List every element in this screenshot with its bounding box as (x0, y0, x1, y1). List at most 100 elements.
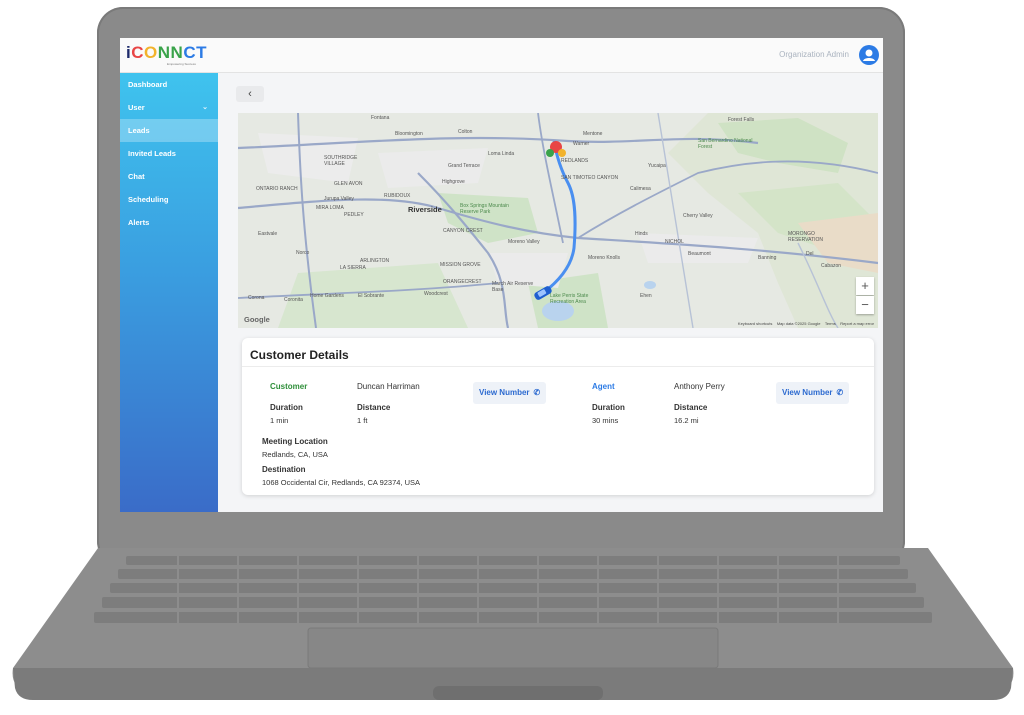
map-place-label: REDLANDS (561, 158, 589, 164)
map-place-label: ORANGECREST (443, 279, 482, 285)
sidebar-item-label: Chat (128, 172, 145, 181)
map-place-label: Highgrove (442, 179, 465, 185)
map-place-label: Banning (758, 255, 777, 261)
map-place-label: Forest Falls (728, 117, 755, 123)
map-place-label: Grand Terrace (448, 163, 480, 169)
sidebar-item-dashboard[interactable]: Dashboard (120, 73, 218, 96)
agent-view-number-button[interactable]: View Number ✆ (776, 382, 850, 404)
map-place-label: Ehen (640, 293, 652, 299)
sidebar-item-invited-leads[interactable]: Invited Leads (120, 142, 218, 165)
map-place-label: Eastvale (258, 231, 278, 237)
app-screen: iCONNCT Empowering Success Organization … (120, 38, 883, 512)
map-place-label: Moreno Knolls (588, 255, 620, 261)
chevron-left-icon: ‹ (248, 88, 252, 100)
map-place-label: Del (806, 251, 814, 257)
customer-duration-value: 1 min (270, 416, 289, 425)
logo-part: NN (157, 43, 184, 62)
sidebar: Dashboard User ⌄ Leads Invited Leads Chat… (120, 73, 218, 512)
sidebar-item-label: User (128, 103, 145, 112)
zoom-out-button[interactable]: − (856, 296, 874, 314)
sidebar-item-scheduling[interactable]: Scheduling (120, 188, 218, 211)
agent-duration-label: Duration (592, 403, 625, 412)
button-label: View Number (479, 388, 530, 397)
map-place-label: LA SIERRA (340, 265, 366, 271)
destination-label: Destination (262, 465, 306, 474)
google-logo: Google (244, 315, 270, 324)
map-place-label: March Air Reserve Base (492, 281, 534, 293)
sidebar-item-chat[interactable]: Chat (120, 165, 218, 188)
laptop-base (12, 548, 1014, 700)
map-place-label: Calimesa (630, 186, 651, 192)
map-place-label: Woodcrest (424, 291, 448, 297)
card-title: Customer Details (250, 348, 349, 362)
map-place-label: PEDLEY (344, 212, 364, 218)
sidebar-item-label: Dashboard (128, 80, 168, 89)
logo-part: O (144, 43, 158, 62)
map-place-label: Lake Perris State Recreation Area (550, 293, 589, 305)
sidebar-item-label: Invited Leads (128, 149, 176, 158)
keyboard-shortcuts-link[interactable]: Keyboard shortcuts (738, 321, 772, 326)
customer-distance-label: Distance (357, 403, 391, 412)
app-logo[interactable]: iCONNCT (126, 44, 207, 61)
phone-icon: ✆ (836, 388, 844, 397)
sidebar-item-label: Scheduling (128, 195, 169, 204)
map-place-label: Mentone (583, 131, 603, 137)
agent-role-label: Agent (592, 382, 615, 391)
map-place-label: ARLINGTON (360, 258, 390, 264)
report-map-error-link[interactable]: Report a map error (840, 321, 874, 326)
customer-duration-label: Duration (270, 403, 303, 412)
logo-part: CT (183, 43, 207, 62)
map-place-label: SAN TIMOTEO CANYON (561, 175, 619, 181)
zoom-in-button[interactable]: + (856, 277, 874, 295)
map-place-label: Corona (248, 295, 265, 301)
map-place-label: Colton (458, 129, 473, 135)
chevron-down-icon: ⌄ (202, 104, 208, 111)
map-place-label: MIRA LOMA (316, 205, 344, 211)
sidebar-item-label: Alerts (128, 218, 150, 227)
avatar[interactable] (859, 45, 879, 65)
terms-link[interactable]: Terms (825, 321, 836, 326)
map-place-label: ONTARIO RANCH (256, 186, 298, 192)
sidebar-item-alerts[interactable]: Alerts (120, 211, 218, 234)
sidebar-item-leads[interactable]: Leads (120, 119, 218, 142)
map-place-label: Beaumont (688, 251, 711, 257)
agent-name: Anthony Perry (674, 382, 725, 391)
map-data-label: Map data ©2025 Google (776, 321, 821, 326)
map-place-label: Coronita (284, 297, 303, 303)
map-place-label: San Bernardino National Forest (698, 138, 753, 150)
back-button[interactable]: ‹ (236, 86, 264, 102)
app-header: iCONNCT Empowering Success Organization … (120, 38, 883, 73)
button-label: View Number (782, 388, 833, 397)
map-place-label: Cherry Valley (683, 213, 713, 219)
customer-view-number-button[interactable]: View Number ✆ (473, 382, 547, 404)
user-avatar-icon (863, 49, 875, 61)
map-place-label: Yucaipa (648, 163, 666, 169)
map-place-label: CANYON CREST (443, 228, 483, 234)
map-place-label: Cabazon (821, 263, 842, 269)
map-place-label: NICHOL (665, 239, 684, 245)
logo-tagline: Empowering Success (167, 62, 196, 66)
logo-part: C (131, 43, 145, 62)
agent-duration-value: 30 mins (592, 416, 619, 425)
sidebar-item-user[interactable]: User ⌄ (120, 96, 218, 119)
agent-distance-value: 16.2 mi (674, 416, 699, 425)
map-place-label: RUBIDOUX (384, 193, 411, 199)
destination-value: 1068 Occidental Cir, Redlands, CA 92374,… (262, 478, 421, 487)
meeting-location-value: Redlands, CA, USA (262, 450, 328, 459)
map-place-label: Home Gardens (310, 293, 344, 299)
map-place-label: Warner (573, 141, 590, 147)
map-place-label: Norco (296, 250, 310, 256)
map-place-label: Fontana (371, 115, 390, 121)
map-place-label: Bloomington (395, 131, 423, 137)
route-map[interactable]: Fontana Bloomington Colton Mentone Warne… (238, 113, 878, 328)
map-place-label: El Sobrante (358, 293, 385, 299)
map-place-label: Box Springs Mountain Reserve Park (460, 203, 509, 215)
map-place-label: MISSION GROVE (440, 262, 481, 268)
agent-distance-label: Distance (674, 403, 708, 412)
customer-name: Duncan Harriman (357, 382, 420, 391)
map-place-label: Riverside (408, 205, 442, 214)
sidebar-item-label: Leads (128, 126, 150, 135)
map-place-label: Moreno Valley (508, 239, 540, 245)
divider (242, 366, 874, 367)
map-place-label: Hinds (635, 231, 648, 237)
